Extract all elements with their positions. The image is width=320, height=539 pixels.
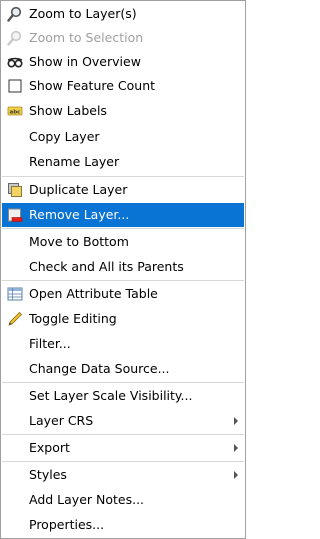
menu-item-copy-layer[interactable]: Copy Layer xyxy=(2,125,244,149)
menu-item-set-scale-visibility[interactable]: Set Layer Scale Visibility... xyxy=(2,384,244,408)
menu-item-rename-layer[interactable]: Rename Layer xyxy=(2,150,244,174)
menu-separator xyxy=(2,434,244,435)
menu-item-properties[interactable]: Properties... xyxy=(2,513,244,537)
attribute-table-icon xyxy=(7,287,23,301)
menu-item-label: Layer CRS xyxy=(29,413,94,428)
overview-glasses-icon xyxy=(7,57,23,68)
menu-item-label: Change Data Source... xyxy=(29,361,170,376)
menu-item-label: Show Feature Count xyxy=(29,78,156,93)
menu-item-show-labels[interactable]: abc Show Labels xyxy=(2,99,244,123)
menu-item-zoom-to-layers[interactable]: Zoom to Layer(s) xyxy=(2,2,244,26)
menu-item-move-to-bottom[interactable]: Move to Bottom xyxy=(2,230,244,254)
menu-item-label: Copy Layer xyxy=(29,129,100,144)
menu-item-add-layer-notes[interactable]: Add Layer Notes... xyxy=(2,488,244,512)
menu-item-toggle-editing[interactable]: Toggle Editing xyxy=(2,307,244,331)
menu-separator xyxy=(2,228,244,229)
menu-item-show-in-overview[interactable]: Show in Overview xyxy=(2,50,244,74)
menu-item-label: Show Labels xyxy=(29,103,107,118)
menu-item-change-data-source[interactable]: Change Data Source... xyxy=(2,357,244,381)
menu-item-label: Zoom to Layer(s) xyxy=(29,6,137,21)
menu-item-duplicate-layer[interactable]: Duplicate Layer xyxy=(2,178,244,202)
menu-item-label: Styles xyxy=(29,467,67,482)
menu-item-layer-crs[interactable]: Layer CRS xyxy=(2,409,244,433)
pencil-icon xyxy=(8,311,23,326)
menu-item-open-attribute-table[interactable]: Open Attribute Table xyxy=(2,282,244,306)
menu-separator xyxy=(2,382,244,383)
duplicate-icon xyxy=(8,183,22,197)
checkbox-icon[interactable] xyxy=(7,78,23,94)
menu-item-remove-layer[interactable]: Remove Layer... xyxy=(2,203,244,227)
menu-item-label: Add Layer Notes... xyxy=(29,492,145,507)
svg-text:abc: abc xyxy=(10,109,21,115)
remove-layer-icon xyxy=(8,208,23,222)
menu-separator xyxy=(2,461,244,462)
menu-item-label: Properties... xyxy=(29,517,105,532)
menu-item-export[interactable]: Export xyxy=(2,436,244,460)
menu-item-label: Zoom to Selection xyxy=(29,30,144,45)
menu-item-label: Duplicate Layer xyxy=(29,182,128,197)
zoom-selection-icon xyxy=(7,30,22,46)
menu-item-show-feature-count[interactable]: Show Feature Count xyxy=(2,74,244,98)
menu-item-label: Toggle Editing xyxy=(29,311,117,326)
labels-abc-icon: abc xyxy=(7,106,23,116)
submenu-arrow-icon xyxy=(234,417,238,425)
layer-context-menu: Zoom to Layer(s) Zoom to Selection Show … xyxy=(0,0,246,539)
menu-item-label: Open Attribute Table xyxy=(29,286,158,301)
menu-item-zoom-to-selection[interactable]: Zoom to Selection xyxy=(2,26,244,50)
menu-item-check-all-parents[interactable]: Check and All its Parents xyxy=(2,255,244,279)
menu-item-label: Rename Layer xyxy=(29,154,120,169)
menu-item-label: Set Layer Scale Visibility... xyxy=(29,388,193,403)
menu-item-label: Filter... xyxy=(29,336,71,351)
menu-item-filter[interactable]: Filter... xyxy=(2,332,244,356)
submenu-arrow-icon xyxy=(234,444,238,452)
menu-separator xyxy=(2,280,244,281)
menu-item-label: Export xyxy=(29,440,70,455)
menu-separator xyxy=(2,176,244,177)
menu-item-styles[interactable]: Styles xyxy=(2,463,244,487)
zoom-layer-icon xyxy=(7,6,22,22)
menu-item-label: Move to Bottom xyxy=(29,234,129,249)
submenu-arrow-icon xyxy=(234,471,238,479)
menu-item-label: Check and All its Parents xyxy=(29,259,184,274)
menu-item-label: Remove Layer... xyxy=(29,207,130,222)
menu-item-label: Show in Overview xyxy=(29,54,141,69)
